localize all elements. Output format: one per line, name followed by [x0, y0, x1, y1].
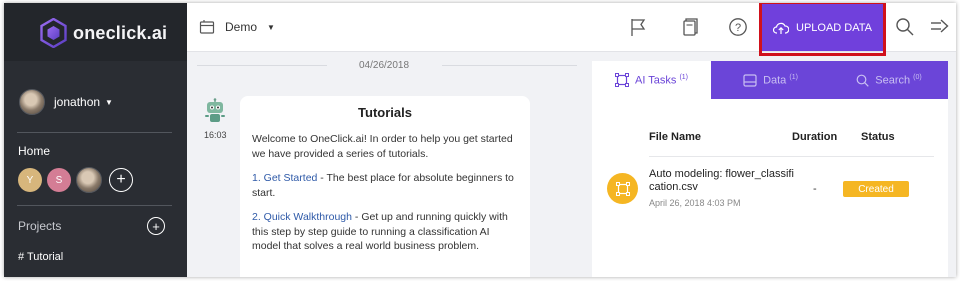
- add-member-button[interactable]: +: [109, 168, 133, 192]
- get-started-link[interactable]: 1. Get Started: [252, 172, 317, 184]
- tab-ai-tasks-label: AI Tasks: [635, 74, 677, 87]
- member-avatar-s[interactable]: S: [47, 168, 71, 192]
- workspace-selector[interactable]: Demo ▼: [199, 19, 275, 35]
- caret-down-icon: ▼: [105, 97, 113, 107]
- top-bar: Demo ▼ ? UPLOAD DATA: [187, 3, 956, 56]
- tab-data-label: Data: [763, 74, 787, 87]
- task-date: April 26, 2018 4:03 PM: [649, 198, 741, 208]
- upload-data-label: UPLOAD DATA: [796, 21, 872, 34]
- tab-data[interactable]: Data (1): [711, 61, 830, 99]
- tab-ai-tasks[interactable]: AI Tasks (1): [592, 61, 711, 99]
- tab-search-label: Search: [875, 74, 911, 87]
- message-intro: Welcome to OneClick.ai! In order to help…: [252, 133, 513, 160]
- member-avatar-photo[interactable]: [76, 167, 102, 193]
- sidebar-item-home[interactable]: Home: [18, 144, 50, 158]
- data-icon: [743, 73, 757, 87]
- task-file-icon: [607, 173, 638, 204]
- tab-search[interactable]: Search (0): [830, 61, 948, 99]
- column-header-file-name[interactable]: File Name: [649, 131, 701, 143]
- brand-logo[interactable]: oneclick.ai: [40, 18, 167, 48]
- quick-walkthrough-link[interactable]: 2. Quick Walkthrough: [252, 211, 352, 223]
- add-project-button[interactable]: +: [147, 217, 165, 235]
- user-menu[interactable]: jonathon ▼: [19, 89, 113, 115]
- app-window: oneclick.ai jonathon ▼ Home Y S + Projec…: [4, 3, 956, 277]
- task-file-name[interactable]: Auto modeling: flower_classification.csv: [649, 168, 794, 194]
- cloud-upload-icon: [773, 22, 789, 34]
- caret-down-icon: ▼: [267, 22, 275, 32]
- workspace-name: Demo: [225, 20, 258, 34]
- sidebar-item-tutorial[interactable]: # Tutorial: [18, 251, 63, 263]
- chat-area: 04/26/2018 16:03 Tutorials Welcome to On…: [187, 52, 592, 277]
- upload-data-button[interactable]: UPLOAD DATA: [762, 4, 883, 51]
- ai-task-icon: [615, 73, 629, 87]
- panel-tabs: AI Tasks (1) Data (1) Search (0): [592, 61, 948, 99]
- workspace-icon: [199, 20, 215, 34]
- message-step-1: 1. Get Started - The best place for abso…: [252, 171, 518, 200]
- tab-data-count: (1): [789, 73, 798, 81]
- search-icon[interactable]: [895, 17, 915, 37]
- tasks-panel: AI Tasks (1) Data (1) Search (0) File Na…: [592, 61, 948, 277]
- flag-icon[interactable]: [628, 17, 648, 37]
- documents-icon[interactable]: [680, 17, 700, 37]
- projects-heading: Projects: [18, 219, 62, 233]
- status-badge: Created: [843, 181, 909, 197]
- help-icon[interactable]: ?: [728, 17, 748, 37]
- chat-date: 04/26/2018: [359, 60, 410, 71]
- message-time: 16:03: [204, 130, 227, 140]
- column-header-duration[interactable]: Duration: [792, 131, 837, 143]
- svg-text:?: ?: [735, 22, 741, 34]
- sidebar: oneclick.ai jonathon ▼ Home Y S + Projec…: [4, 3, 187, 277]
- search-icon: [856, 74, 869, 87]
- bot-avatar-icon: [205, 98, 225, 122]
- brand-name: oneclick.ai: [73, 22, 168, 43]
- sidebar-divider: [17, 205, 172, 206]
- logo-mark-icon: [40, 18, 67, 48]
- message-title: Tutorials: [358, 105, 412, 120]
- user-avatar: [19, 89, 45, 115]
- column-header-status[interactable]: Status: [861, 131, 895, 143]
- tab-ai-tasks-count: (1): [679, 73, 688, 81]
- user-name: jonathon: [54, 95, 101, 109]
- message-step-2: 2. Quick Walkthrough - Get up and runnin…: [252, 210, 518, 254]
- home-members: Y S +: [18, 167, 133, 193]
- sidebar-divider: [17, 132, 172, 133]
- member-avatar-y[interactable]: Y: [18, 168, 42, 192]
- logout-icon[interactable]: [930, 17, 950, 37]
- task-duration: -: [813, 183, 817, 195]
- tab-search-count: (0): [913, 73, 922, 81]
- tutorial-message: Tutorials Welcome to OneClick.ai! In ord…: [240, 96, 530, 277]
- header-divider: [649, 156, 934, 157]
